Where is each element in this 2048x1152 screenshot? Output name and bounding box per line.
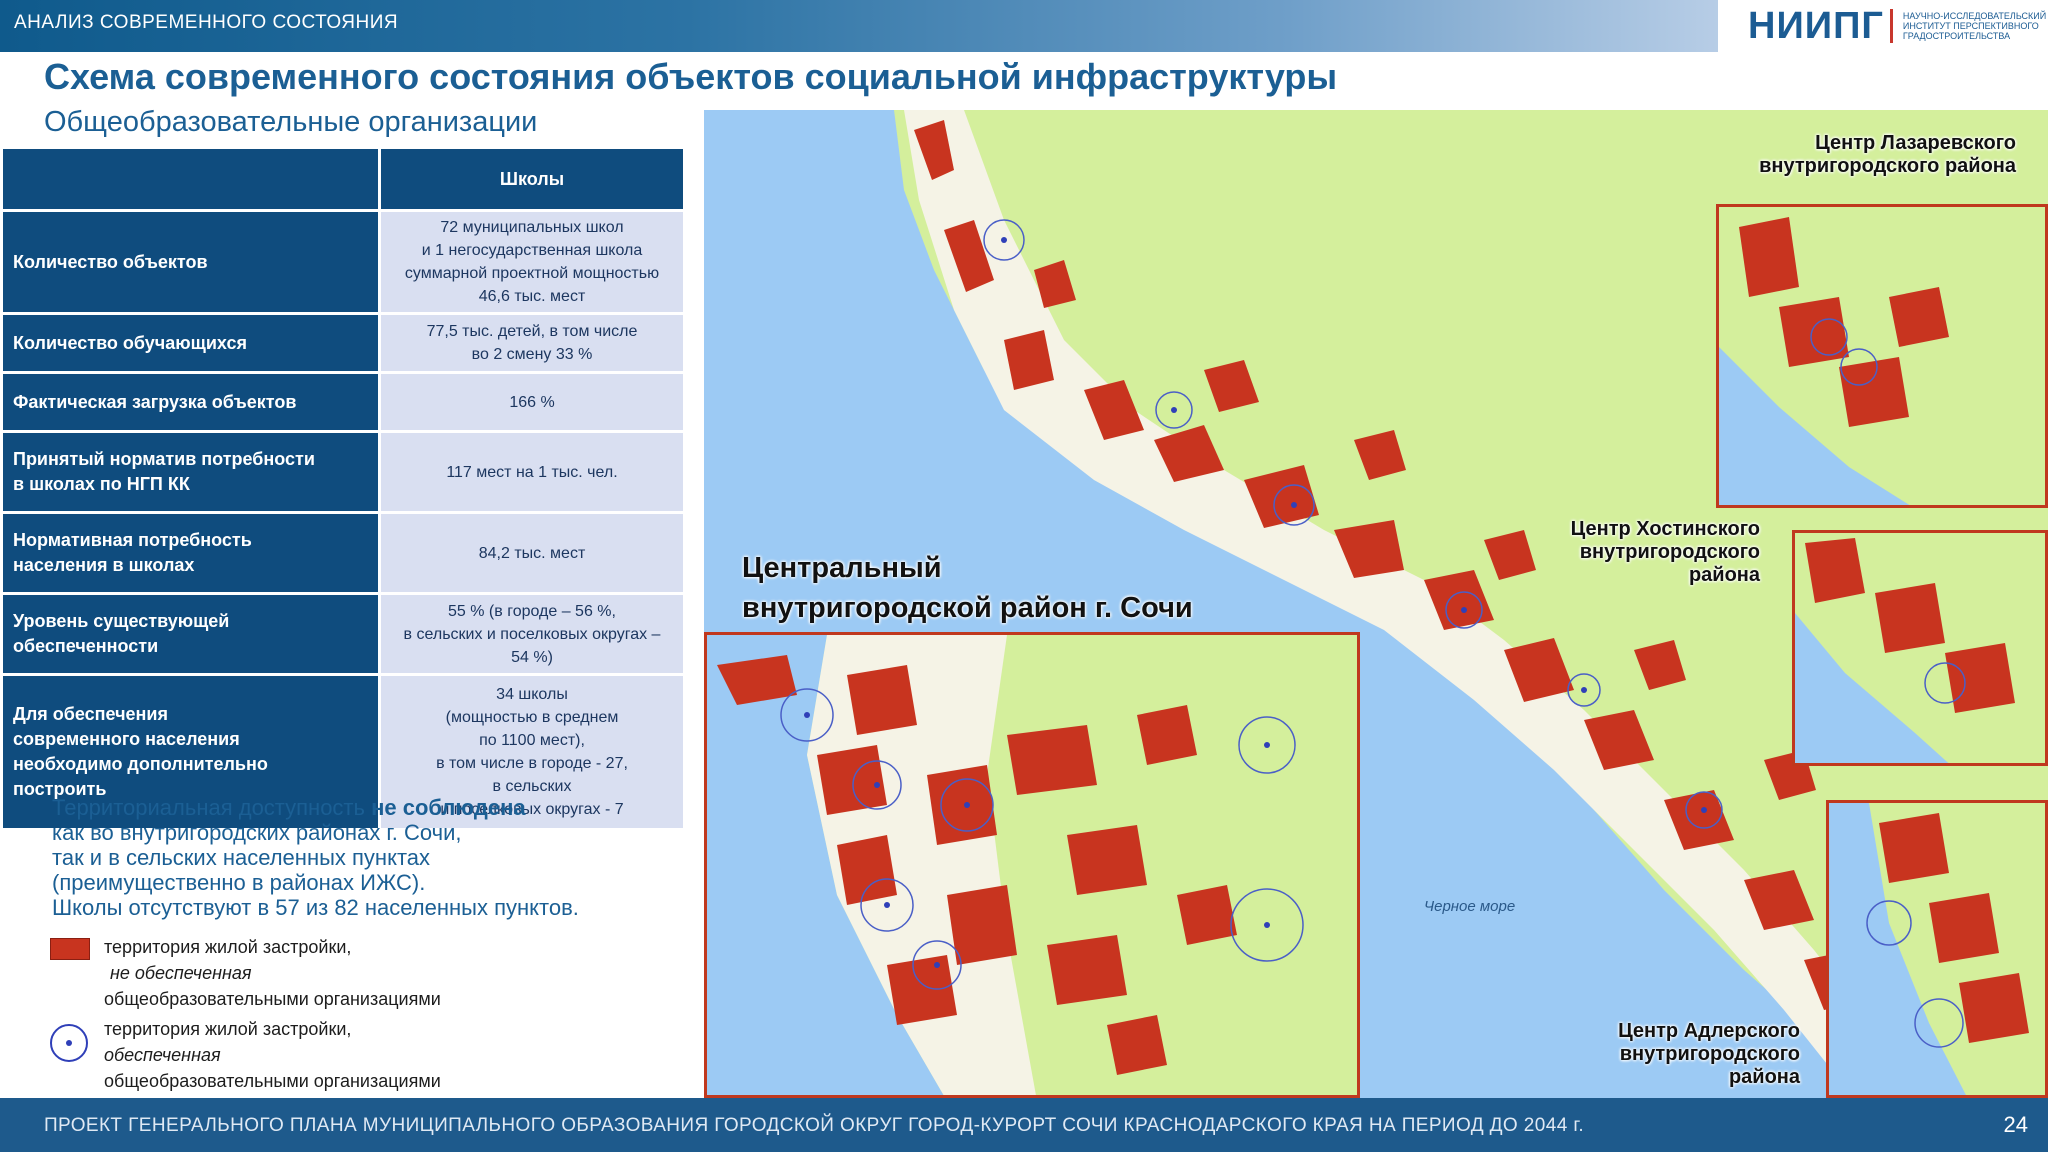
row-value: 55 % (в городе – 56 %, в сельских и посе… (381, 595, 683, 673)
legend-served: территория жилой застройки, обеспеченная… (50, 1016, 441, 1094)
inset-khostinsky-map (1795, 533, 2045, 763)
footer-text: ПРОЕКТ ГЕНЕРАЛЬНОГО ПЛАНА МУНИЦИПАЛЬНОГО… (44, 1115, 1585, 1136)
legend-line: обеспеченная (104, 1045, 221, 1065)
inset-lazarevsky-map (1719, 207, 2045, 505)
row-label: Фактическая загрузка объектов (3, 374, 378, 430)
inset-central-district (704, 632, 1360, 1098)
label-adlersky: Центр Адлерского внутригородского района (1618, 1020, 1800, 1088)
accessibility-text-1: Территориальная доступность (52, 795, 372, 820)
row-value: 77,5 тыс. детей, в том числе во 2 смену … (381, 315, 683, 371)
page-number: 24 (2003, 1112, 2028, 1137)
accessibility-text-2: как во внутригородских районах г. Сочи, … (52, 820, 579, 920)
legend-line: территория жилой застройки, (104, 1019, 352, 1039)
row-label: Уровень существующей обеспеченности (3, 595, 378, 673)
inset-central-map (707, 635, 1357, 1095)
label-khostinsky: Центр Хостинского внутригородского район… (1570, 518, 1760, 586)
row-value: 84,2 тыс. мест (381, 514, 683, 592)
table-corner (3, 149, 378, 209)
page-title: Схема современного состояния объектов со… (44, 56, 1338, 97)
header-bar: АНАЛИЗ СОВРЕМЕННОГО СОСТОЯНИЯ (0, 0, 1718, 52)
map-area: Центр Лазаревского внутригородского райо… (704, 110, 2048, 1098)
logo-divider (1889, 9, 1893, 43)
table-row: Принятый норматив потребности в школах п… (3, 433, 683, 511)
logo-subtitle: НАУЧНО-ИССЛЕДОВАТЕЛЬСКИЙ ИНСТИТУТ ПЕРСПЕ… (1902, 11, 2047, 41)
label-central-district: Центральный внутригородской район г. Соч… (742, 552, 1193, 624)
row-value: 166 % (381, 374, 683, 430)
inset-khostinsky (1792, 530, 2048, 766)
legend-line: общеобразовательными организациями (104, 989, 441, 1009)
legend-unserved: территория жилой застройки, не обеспечен… (50, 934, 441, 1012)
table-row: Нормативная потребность населения в школ… (3, 514, 683, 592)
inset-lazarevsky (1716, 204, 2048, 508)
row-value: 117 мест на 1 тыс. чел. (381, 433, 683, 511)
label-lazarevsky: Центр Лазаревского внутригородского райо… (1759, 132, 2016, 177)
legend-line: общеобразовательными организациями (104, 1071, 441, 1091)
table-row: Уровень существующей обеспеченности 55 %… (3, 595, 683, 673)
schools-table: Школы Количество объектов 72 муниципальн… (0, 146, 686, 831)
table-header-row: Школы (3, 149, 683, 209)
accessibility-bold: не соблюдена (371, 795, 526, 820)
logo-mark: НИИПГ (1748, 4, 1884, 47)
section-label: АНАЛИЗ СОВРЕМЕННОГО СОСТОЯНИЯ (14, 12, 399, 33)
legend-line: не обеспеченная (110, 963, 252, 983)
row-label: Количество объектов (3, 212, 378, 312)
unserved-swatch-icon (50, 938, 90, 960)
logo: НИИПГ НАУЧНО-ИССЛЕДОВАТЕЛЬСКИЙ ИНСТИТУТ … (1748, 4, 2048, 47)
page-subtitle: Общеобразовательные организации (44, 106, 538, 138)
row-label: Принятый норматив потребности в школах п… (3, 433, 378, 511)
table-row: Количество обучающихся 77,5 тыс. детей, … (3, 315, 683, 371)
row-label: Количество обучающихся (3, 315, 378, 371)
accessibility-note: Территориальная доступность не соблюдена… (52, 795, 652, 920)
legend-line: территория жилой застройки, (104, 937, 352, 957)
row-value: 72 муниципальных школ и 1 негосударствен… (381, 212, 683, 312)
inset-adlersky (1826, 800, 2048, 1098)
table-row: Количество объектов 72 муниципальных шко… (3, 212, 683, 312)
table-row: Фактическая загрузка объектов 166 % (3, 374, 683, 430)
label-black-sea: Черное море (1424, 898, 1516, 915)
inset-adlersky-map (1829, 803, 2045, 1095)
table-column-header: Школы (381, 149, 683, 209)
served-circle-icon (50, 1024, 88, 1062)
footer-bar: ПРОЕКТ ГЕНЕРАЛЬНОГО ПЛАНА МУНИЦИПАЛЬНОГО… (0, 1098, 2048, 1152)
row-label: Нормативная потребность населения в школ… (3, 514, 378, 592)
